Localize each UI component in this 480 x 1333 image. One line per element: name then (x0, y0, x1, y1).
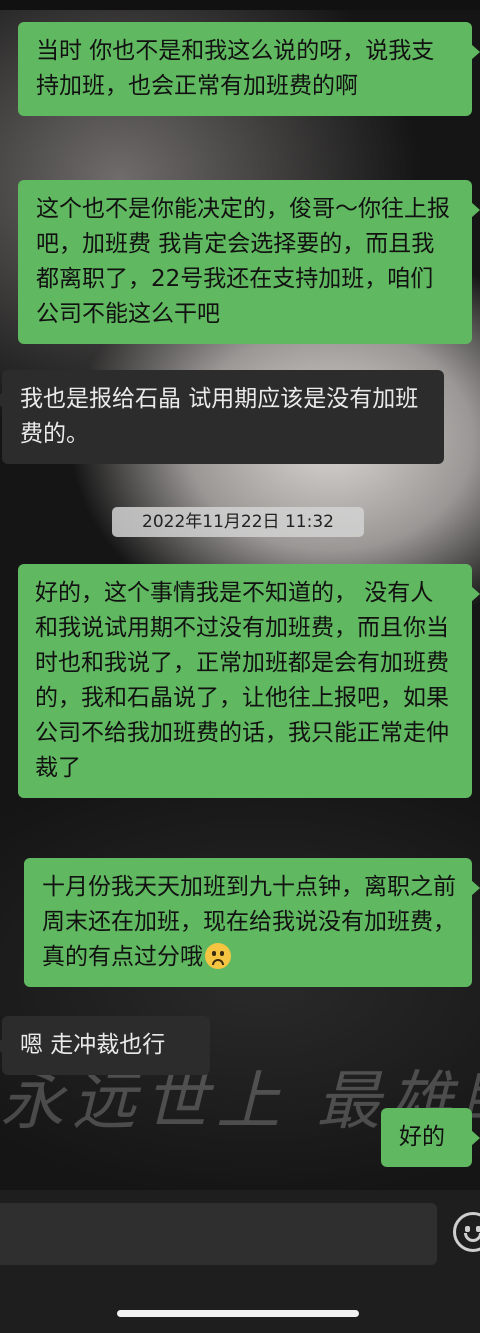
frown-emoji-icon (205, 943, 231, 969)
message-bubble-sent[interactable]: 好的，这个事情我是不知道的， 没有人和我说试用期不过没有加班费，而且你当时也和我… (18, 564, 480, 798)
message-bubble-received[interactable]: 嗯 走冲裁也行 (0, 1016, 210, 1075)
message-timestamp: 2022年11月22日 11:32 (112, 507, 364, 537)
message-bubble-received[interactable]: 我也是报给石晶 试用期应该是没有加班费的。 (0, 370, 444, 464)
home-indicator (117, 1310, 359, 1317)
message-input[interactable] (0, 1203, 437, 1265)
message-text: 十月份我天天加班到九十点钟，离职之前周末还在加班，现在给我说没有加班费，真的有点… (42, 874, 456, 970)
smile-icon[interactable] (453, 1212, 480, 1252)
message-bubble-sent[interactable]: 这个也不是你能决定的，俊哥～你往上报吧，加班费 我肯定会选择要的，而且我都离职了… (18, 180, 480, 344)
chat-input-bar (0, 1190, 480, 1333)
message-bubble-sent[interactable]: 好的 (381, 1108, 480, 1167)
status-bar (0, 0, 480, 10)
message-bubble-sent[interactable]: 当时 你也不是和我这么说的呀，说我支持加班，也会正常有加班费的啊 (18, 22, 480, 116)
message-bubble-sent[interactable]: 十月份我天天加班到九十点钟，离职之前周末还在加班，现在给我说没有加班费，真的有点… (24, 858, 480, 987)
